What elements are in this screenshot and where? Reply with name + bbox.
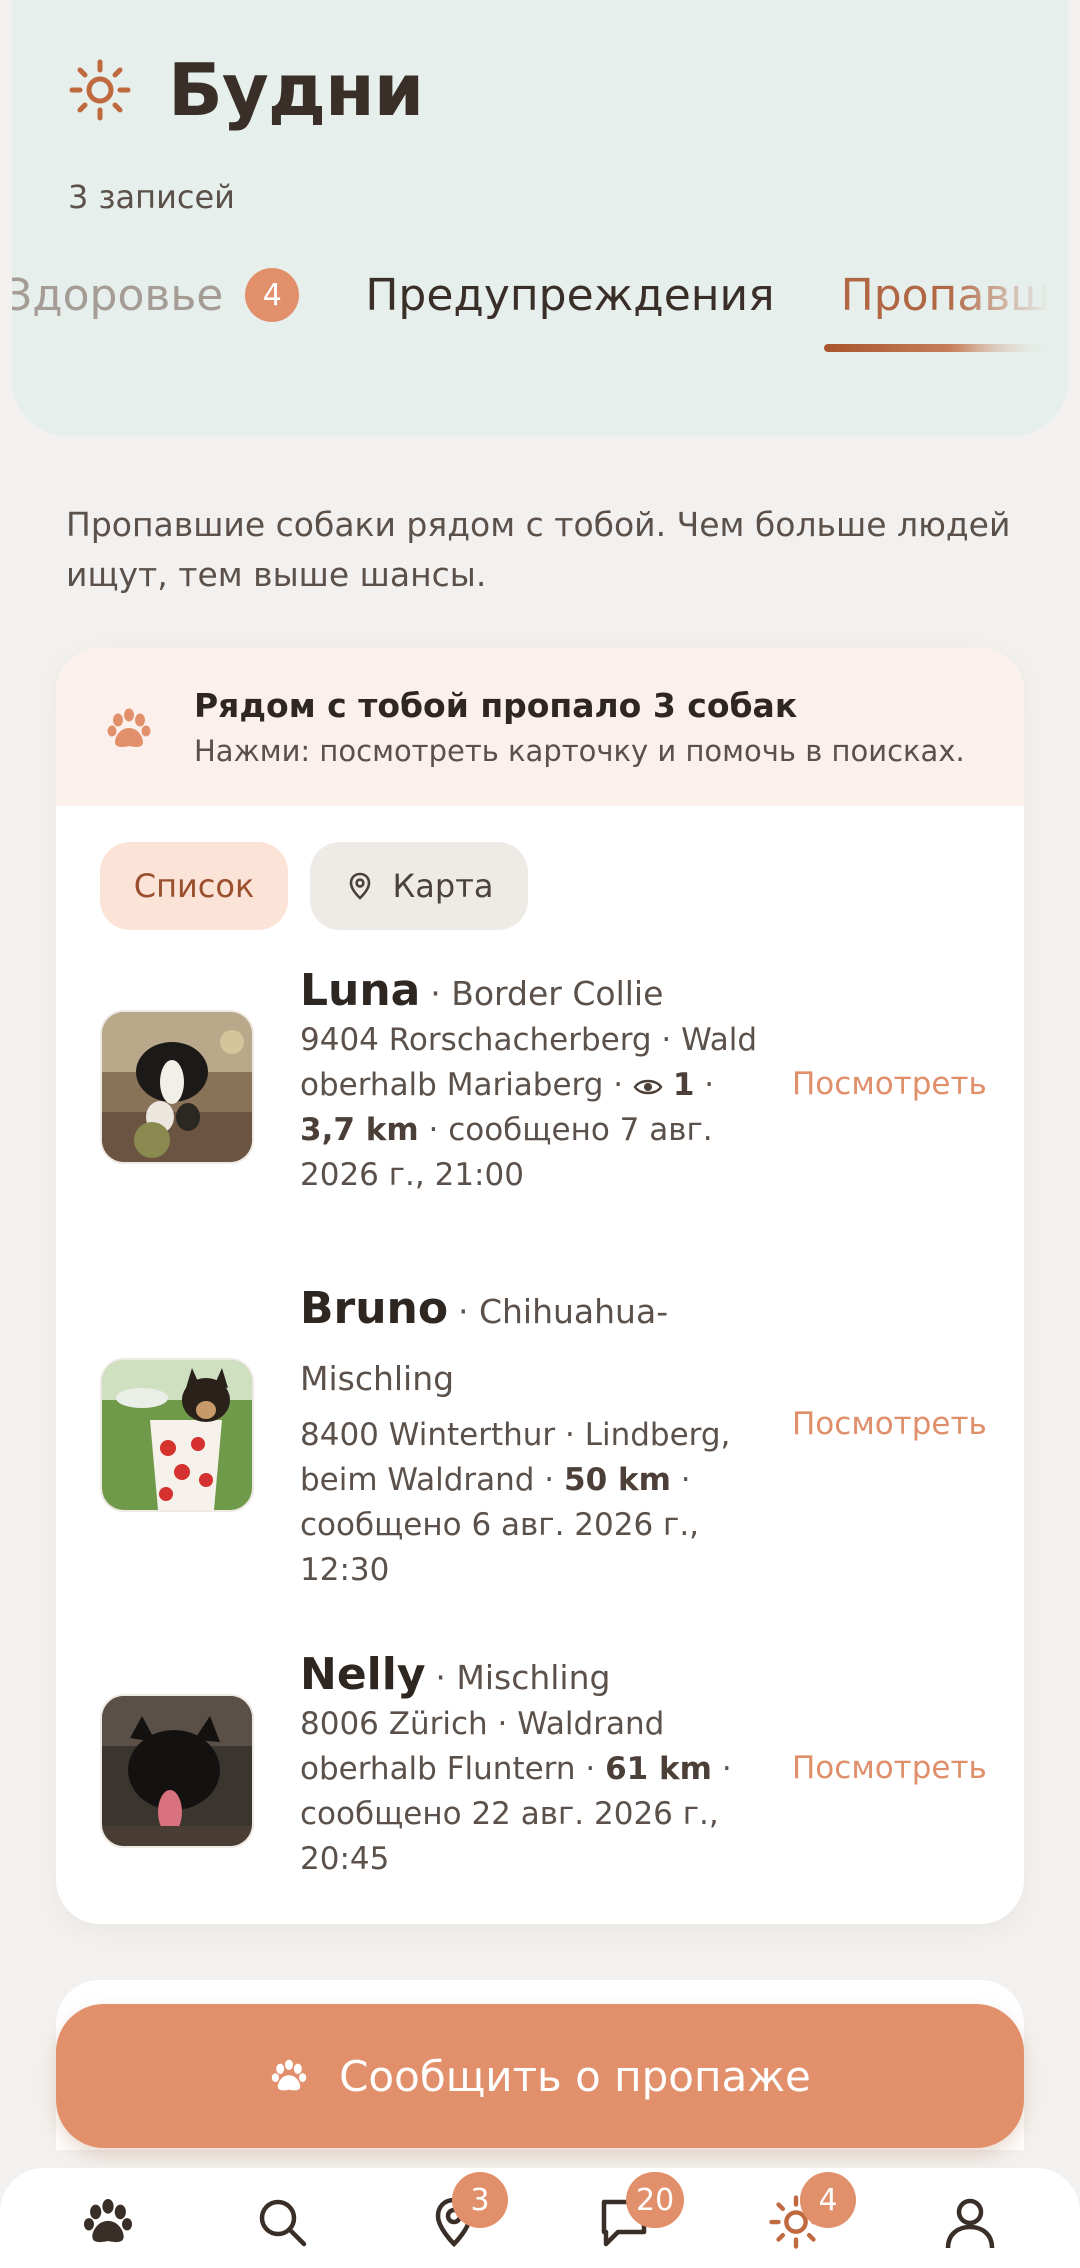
dog-distance: 3,7 km [300,1112,419,1148]
entries-count: 3 записей [68,178,235,216]
banner-title: Рядом с тобой пропало 3 собак [194,686,798,725]
lost-dogs-banner[interactable]: Рядом с тобой пропало 3 собак Нажми: пос… [56,648,1024,806]
header-title-row: Будни [68,48,424,132]
list-item[interactable]: Nelly · Mischling 8006 Zürich · Waldrand… [100,1652,1000,1892]
lost-dogs-card: Рядом с тобой пропало 3 собак Нажми: пос… [56,648,1024,1924]
tab-health-label: Здоровье [12,269,224,321]
view-button[interactable]: Посмотреть [792,1750,987,1786]
map-view-label: Карта [392,867,494,905]
tab-health[interactable]: Здоровье 4 [12,230,300,360]
nav-daily[interactable]: 4 [768,2172,856,2254]
nav-map[interactable]: 3 [426,2172,508,2254]
map-pin-icon [349,872,370,900]
bottom-nav: 3 20 4 [0,2168,1080,2268]
report-missing-button[interactable]: Сообщить о пропаже [56,2004,1024,2148]
dog-name: Bruno [300,1283,449,1334]
view-button[interactable]: Посмотреть [792,1066,987,1102]
nav-map-badge: 3 [452,2172,508,2228]
dog-distance: 61 km [605,1751,712,1787]
page-title: Будни [168,48,424,132]
nav-home[interactable] [80,2194,140,2254]
list-item[interactable]: Luna · Border Collie 9404 Rorschacherber… [100,968,1000,1198]
eye-icon [633,1079,663,1095]
dog-photo-nelly [100,1694,254,1848]
dog-details-bruno: Bruno · Chihuahua-Mischling 8400 Wintert… [300,1276,770,1593]
view-button[interactable]: Посмотреть [792,1406,987,1442]
nav-messages[interactable]: 20 [596,2172,685,2254]
tab-bar: Здоровье 4 Предупреждения Пропавшие [12,230,1068,360]
dog-name: Nelly [300,1649,426,1700]
dog-views: 1 [672,1067,695,1103]
tab-warnings[interactable]: Предупреждения [365,230,774,360]
paw-icon [83,2199,133,2243]
dog-breed: · Border Collie [430,974,664,1013]
tab-health-badge: 4 [245,268,300,322]
profile-icon [945,2198,995,2249]
banner-subtitle: Нажми: посмотреть карточку и помочь в по… [194,734,965,768]
nav-search[interactable] [254,2194,314,2254]
dog-details-nelly: Nelly · Mischling 8006 Zürich · Waldrand… [300,1652,770,1882]
dog-name: Luna [300,965,421,1016]
map-view-button[interactable]: Карта [310,842,528,930]
dog-details-luna: Luna · Border Collie 9404 Rorschacherber… [300,965,758,1193]
report-missing-label: Сообщить о пропаже [339,2051,811,2101]
nav-messages-badge: 20 [626,2172,685,2228]
nav-profile[interactable] [942,2194,1002,2254]
dog-photo-luna [100,1010,254,1164]
dog-distance: 50 km [564,1462,671,1498]
view-toggle: Список Карта [100,842,550,930]
search-icon [259,2199,307,2247]
paw-icon [107,708,151,747]
list-view-button[interactable]: Список [100,842,288,930]
sun-icon [69,59,131,121]
paw-icon [271,2059,307,2091]
page: Будни 3 записей Здоровье 4 Предупреждени… [0,0,1080,2268]
nav-daily-badge: 4 [800,2172,856,2228]
header-card: Будни 3 записей Здоровье 4 Предупреждени… [12,0,1068,436]
tab-warnings-label: Предупреждения [365,269,775,321]
dog-photo-bruno [100,1358,254,1512]
dog-breed: · Mischling [435,1658,611,1697]
tabs-fade [948,230,1068,360]
list-item[interactable]: Bruno · Chihuahua-Mischling 8400 Wintert… [100,1276,1000,1588]
intro-text: Пропавшие собаки рядом с тобой. Чем боль… [66,505,1011,594]
